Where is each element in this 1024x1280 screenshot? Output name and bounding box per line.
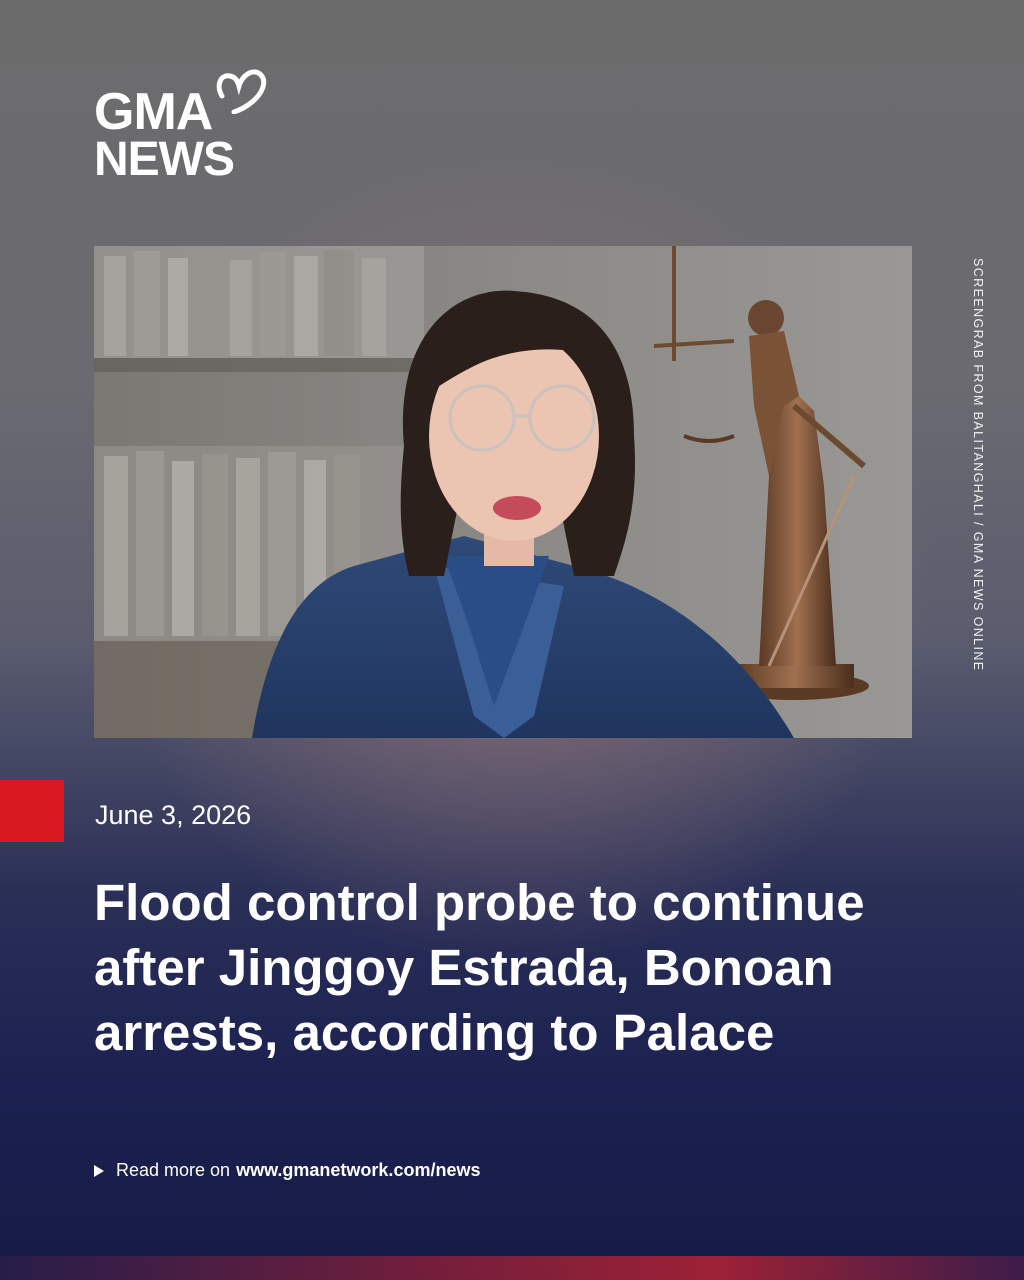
heart-icon	[216, 69, 267, 114]
photo-credit: SCREENGRAB FROM BALITANGHALI / GMA NEWS …	[971, 258, 985, 672]
logo-news-text: NEWS	[94, 133, 235, 186]
read-more-prefix: Read more on	[116, 1160, 231, 1180]
article-date: June 3, 2026	[95, 800, 252, 830]
photo-illustration	[94, 246, 912, 738]
read-more-url[interactable]: www.gmanetwork.com/news	[236, 1160, 480, 1181]
read-more-link[interactable]: Read more on www.gmanetwork.com/news	[94, 1160, 480, 1181]
article-headline: Flood control probe to continue after Ji…	[94, 874, 865, 1061]
logo-gma-text: GMA	[94, 83, 213, 141]
accent-red-block	[0, 780, 64, 842]
play-icon	[94, 1164, 104, 1177]
gma-news-logo: GMA NEWS	[94, 66, 274, 186]
news-photo	[94, 246, 912, 738]
bottom-gradient-bar	[0, 1256, 1024, 1280]
